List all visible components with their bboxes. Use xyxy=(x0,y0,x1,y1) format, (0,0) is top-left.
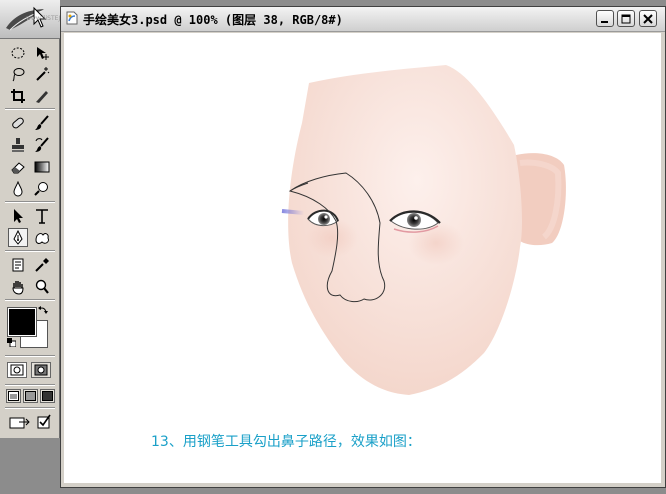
checkmark-page-icon xyxy=(37,414,51,428)
gradient-tool[interactable] xyxy=(32,157,52,176)
close-button[interactable] xyxy=(639,10,657,27)
zoom-tool[interactable] xyxy=(32,277,52,296)
eraser-tool[interactable] xyxy=(8,157,28,176)
foreground-color-swatch[interactable] xyxy=(7,307,37,337)
eyedropper-tool[interactable] xyxy=(32,255,52,274)
path-selection-tool[interactable] xyxy=(8,206,28,225)
type-tool[interactable] xyxy=(32,206,52,225)
swap-colors-icon[interactable] xyxy=(38,306,48,316)
slice-tool[interactable] xyxy=(32,86,52,105)
dodge-tool[interactable] xyxy=(32,179,52,198)
minimize-button[interactable] xyxy=(596,10,614,27)
close-icon xyxy=(643,13,653,24)
stamp-icon xyxy=(12,137,24,152)
custom-shape-tool[interactable] xyxy=(32,228,52,247)
type-t-icon xyxy=(36,208,48,224)
dodge-icon xyxy=(34,181,48,196)
hand-icon xyxy=(12,280,24,295)
screen-mode-full-button[interactable] xyxy=(40,389,55,403)
screen-full-icon xyxy=(42,391,53,401)
toolbox-divider xyxy=(5,299,55,301)
magic-wand-icon xyxy=(36,66,50,81)
brush-tool[interactable] xyxy=(32,113,52,132)
standard-mode-button[interactable] xyxy=(7,362,27,378)
screen-menubar-icon xyxy=(25,391,36,401)
magic-wand-tool[interactable] xyxy=(32,64,52,83)
maximize-button[interactable] xyxy=(617,10,635,27)
minimize-icon xyxy=(601,20,608,23)
water-drop-icon xyxy=(13,180,23,196)
left-eye-lash xyxy=(281,209,305,215)
notes-tool[interactable] xyxy=(8,255,28,274)
edit-in-imageready-button[interactable] xyxy=(34,412,54,431)
image-canvas[interactable]: 13、用钢笔工具勾出鼻子路径，效果如图： xyxy=(64,33,661,483)
gradient-icon xyxy=(34,161,50,172)
blur-tool[interactable] xyxy=(8,179,28,198)
move-tool[interactable] xyxy=(32,43,52,62)
face-artwork xyxy=(281,65,566,395)
crop-icon xyxy=(11,88,25,103)
history-brush-tool[interactable] xyxy=(32,135,52,154)
jump-to-imageready-button[interactable] xyxy=(7,412,33,431)
note-icon xyxy=(12,258,24,271)
lasso-icon xyxy=(12,67,25,81)
document-titlebar[interactable]: 手绘美女3.psd @ 100% (图层 38, RGB/8#) xyxy=(61,7,665,32)
tutorial-caption: 13、用钢笔工具勾出鼻子路径，效果如图： xyxy=(151,434,421,450)
hand-tool[interactable] xyxy=(8,277,28,296)
default-colors-icon[interactable] xyxy=(7,338,16,347)
eraser-icon xyxy=(11,161,25,173)
toolbox-divider xyxy=(5,407,55,409)
marquee-tool[interactable] xyxy=(8,43,28,62)
document-title: 手绘美女3.psd @ 100% (图层 38, RGB/8#) xyxy=(83,13,343,27)
bandage-icon xyxy=(12,117,24,128)
lasso-tool[interactable] xyxy=(8,64,28,83)
quick-mask-button[interactable] xyxy=(31,362,51,378)
imageready-icon xyxy=(9,417,30,428)
pen-tool[interactable] xyxy=(8,228,28,247)
screen-standard-icon xyxy=(8,391,19,401)
quick-mask-icon xyxy=(34,364,48,376)
toolbox-divider xyxy=(5,355,55,357)
eyedropper-icon xyxy=(35,257,49,272)
move-icon xyxy=(37,46,49,60)
brush-icon xyxy=(35,114,49,130)
history-brush-icon xyxy=(35,136,49,152)
toolbox-divider xyxy=(5,250,55,252)
magnifier-icon xyxy=(35,279,49,294)
healing-brush-tool[interactable] xyxy=(8,113,28,132)
pen-nib-icon xyxy=(13,229,23,245)
toolbox-divider xyxy=(5,108,55,110)
clone-stamp-tool[interactable] xyxy=(8,135,28,154)
toolbox-divider xyxy=(5,201,55,203)
shape-blob-icon xyxy=(35,232,49,244)
slice-knife-icon xyxy=(36,90,48,103)
screen-mode-menubar-button[interactable] xyxy=(23,389,38,403)
ellipse-marquee-icon xyxy=(11,47,25,58)
maximize-icon xyxy=(621,14,631,23)
psd-file-icon xyxy=(66,11,78,25)
arrow-icon xyxy=(14,208,23,223)
document-window: 手绘美女3.psd @ 100% (图层 38, RGB/8#) 13、用钢笔工… xyxy=(60,6,666,488)
toolbox-panel: www.IliSTEJIAEJIA xyxy=(0,0,78,438)
toolbox-header[interactable]: www.IliSTEJIAEJIA xyxy=(0,0,78,39)
toolbox-divider xyxy=(5,384,55,386)
crop-tool[interactable] xyxy=(8,86,28,105)
standard-mode-icon xyxy=(10,364,24,376)
screen-mode-standard-button[interactable] xyxy=(6,389,21,403)
